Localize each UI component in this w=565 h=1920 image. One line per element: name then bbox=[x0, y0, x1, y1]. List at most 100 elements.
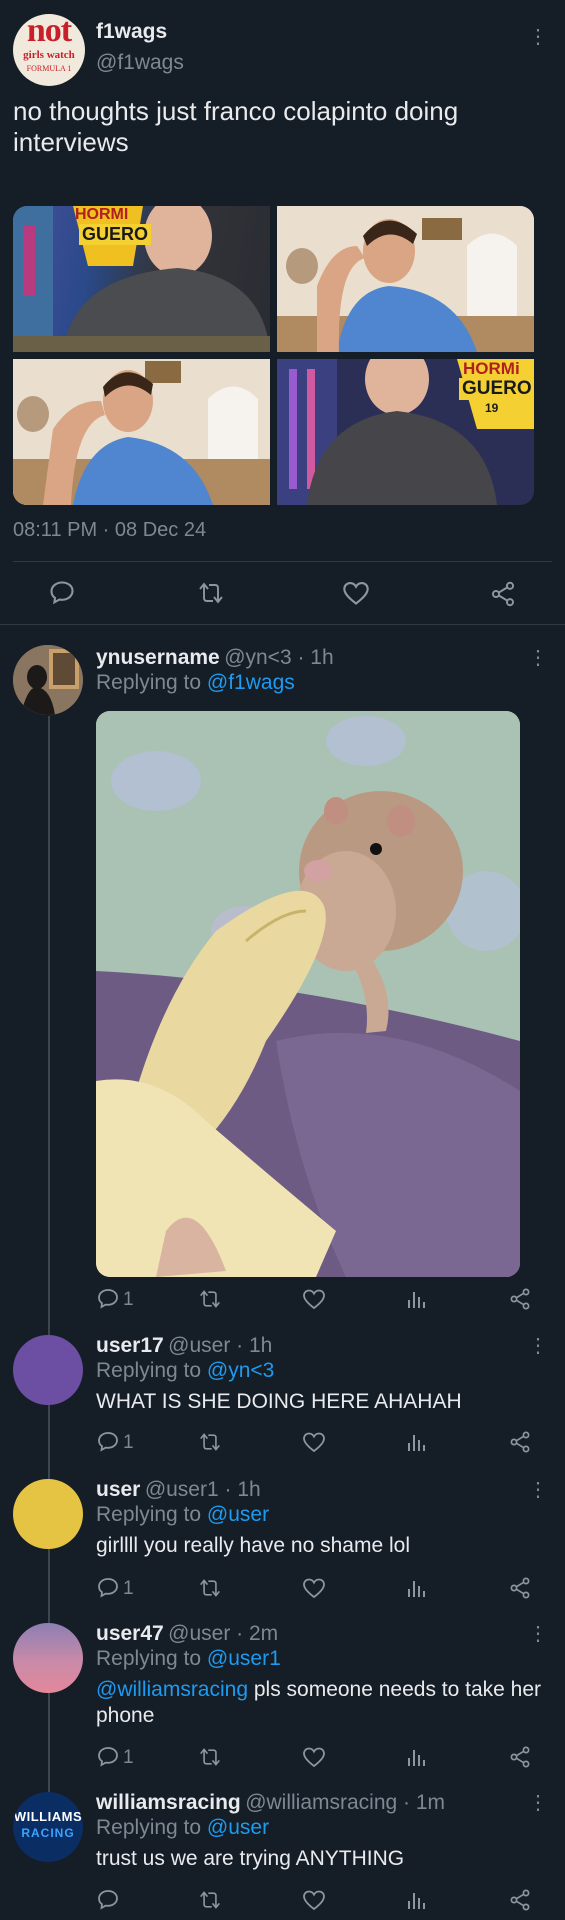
reply-count: 1 bbox=[123, 1747, 134, 1768]
avatar[interactable] bbox=[13, 645, 83, 715]
avatar[interactable]: not girls watch FORMULA 1 bbox=[13, 14, 85, 86]
replying-to: Replying to @yn<3 bbox=[96, 1359, 274, 1383]
share-icon[interactable] bbox=[489, 580, 517, 608]
reply-icon[interactable] bbox=[96, 1287, 120, 1311]
share-icon[interactable] bbox=[508, 1576, 532, 1600]
reply-meta: @user1 · 1h bbox=[144, 1478, 261, 1501]
like-icon[interactable] bbox=[302, 1889, 326, 1911]
views-icon[interactable] bbox=[406, 1431, 426, 1453]
avatar-logo-line-1: WILLIAMS bbox=[13, 1809, 83, 1824]
media-photo-4[interactable]: HORMi GUERO 19 bbox=[277, 343, 534, 505]
like-icon[interactable] bbox=[342, 580, 370, 606]
avatar[interactable] bbox=[13, 1623, 83, 1693]
tweet-text-line-1: no thoughts just franco colapinto doing bbox=[13, 96, 459, 126]
display-name[interactable]: williamsracing bbox=[96, 1791, 241, 1814]
like-icon[interactable] bbox=[302, 1746, 326, 1768]
more-options-icon[interactable]: ⋮ bbox=[528, 1793, 548, 1813]
avatar[interactable] bbox=[13, 1479, 83, 1549]
retweet-icon[interactable] bbox=[197, 1288, 223, 1310]
share-icon[interactable] bbox=[508, 1430, 532, 1454]
mention-link[interactable]: @user1 bbox=[207, 1647, 281, 1670]
retweet-icon[interactable] bbox=[197, 1431, 223, 1453]
reply-meta: @user · 2m bbox=[168, 1622, 279, 1645]
reply-text-line-2: phone bbox=[96, 1704, 155, 1727]
media-overlay-text-1b: GUERO bbox=[79, 224, 152, 245]
person-figure-icon bbox=[13, 359, 270, 505]
reply-icon[interactable] bbox=[96, 1745, 120, 1769]
mention-link[interactable]: @yn<3 bbox=[207, 1359, 274, 1382]
reply-header: williamsracing @williamsracing · 1m bbox=[96, 1791, 445, 1815]
retweet-icon[interactable] bbox=[197, 1746, 223, 1768]
more-options-icon[interactable]: ⋮ bbox=[528, 1480, 548, 1500]
mention-link[interactable]: @f1wags bbox=[207, 671, 295, 694]
share-icon[interactable] bbox=[508, 1888, 532, 1912]
reply-header: user17 @user · 1h bbox=[96, 1334, 272, 1358]
reply-text: @williamsracing pls someone needs to tak… bbox=[96, 1677, 546, 1729]
views-icon[interactable] bbox=[406, 1288, 426, 1310]
replying-to-label: Replying to bbox=[96, 1647, 207, 1670]
retweet-icon[interactable] bbox=[197, 1577, 223, 1599]
share-icon[interactable] bbox=[508, 1745, 532, 1769]
views-icon[interactable] bbox=[406, 1577, 426, 1599]
replying-to-label: Replying to bbox=[96, 1359, 207, 1382]
more-options-icon[interactable]: ⋮ bbox=[528, 648, 548, 668]
more-options-icon[interactable]: ⋮ bbox=[528, 1624, 548, 1644]
mention-link[interactable]: @user bbox=[207, 1816, 269, 1839]
person-figure-icon bbox=[277, 206, 534, 352]
reply-count: 1 bbox=[123, 1432, 134, 1453]
display-name[interactable]: user47 bbox=[96, 1622, 164, 1645]
replying-to: Replying to @user bbox=[96, 1503, 269, 1527]
replying-to: Replying to @user bbox=[96, 1816, 269, 1840]
mention-link[interactable]: @user bbox=[207, 1503, 269, 1526]
views-icon[interactable] bbox=[406, 1889, 426, 1911]
retweet-icon[interactable] bbox=[196, 580, 226, 606]
tweet-timestamp: 08:11 PM · 08 Dec 24 bbox=[13, 519, 207, 541]
views-icon[interactable] bbox=[406, 1746, 426, 1768]
display-name[interactable]: user bbox=[96, 1478, 140, 1501]
tweet-text-line-2: interviews bbox=[13, 127, 129, 157]
replying-to-label: Replying to bbox=[96, 1503, 207, 1526]
display-name[interactable]: ynusername bbox=[96, 646, 220, 669]
reply-icon[interactable] bbox=[96, 1888, 120, 1912]
reply-meta: @user · 1h bbox=[168, 1334, 273, 1357]
media-overlay-text-4b: GUERO bbox=[459, 378, 534, 400]
mention-link[interactable]: @williamsracing bbox=[96, 1678, 248, 1701]
reply-icon[interactable] bbox=[96, 1430, 120, 1454]
avatar-logo-line-2: RACING bbox=[21, 1826, 75, 1840]
avatar[interactable] bbox=[13, 1335, 83, 1405]
reply-meta: @yn<3 · 1h bbox=[224, 646, 334, 669]
display-name[interactable]: user17 bbox=[96, 1334, 164, 1357]
retweet-icon[interactable] bbox=[197, 1889, 223, 1911]
avatar-logo-sub2: FORMULA 1 bbox=[26, 64, 72, 73]
media-grid: HORMI GUERO HORMi GUERO 19 bbox=[13, 206, 534, 505]
media-photo-2[interactable] bbox=[277, 206, 534, 352]
replying-to: Replying to @user1 bbox=[96, 1647, 281, 1671]
like-icon[interactable] bbox=[302, 1288, 326, 1310]
reply-media-photo[interactable] bbox=[96, 711, 520, 1277]
display-name[interactable]: f1wags bbox=[96, 20, 167, 44]
more-options-icon[interactable]: ⋮ bbox=[528, 1336, 548, 1356]
media-photo-3[interactable] bbox=[13, 359, 270, 505]
reply-icon[interactable] bbox=[96, 1576, 120, 1600]
media-overlay-text-4c: 19 bbox=[485, 401, 499, 415]
tweet-text: no thoughts just franco colapinto doing … bbox=[13, 96, 458, 158]
avatar-logo-sub1: girls watch bbox=[23, 49, 75, 61]
media-photo-1[interactable]: HORMI GUERO bbox=[13, 206, 270, 352]
media-overlay-text-4a: HORMi bbox=[463, 359, 520, 378]
share-icon[interactable] bbox=[508, 1287, 532, 1311]
reply-count: 1 bbox=[123, 1289, 134, 1310]
media-overlay-text-1a: HORMI bbox=[75, 206, 129, 223]
user-handle[interactable]: @f1wags bbox=[96, 51, 184, 75]
like-icon[interactable] bbox=[302, 1577, 326, 1599]
divider bbox=[0, 624, 565, 625]
reply-text: girllll you really have no shame lol bbox=[96, 1534, 410, 1557]
reply-count: 1 bbox=[123, 1578, 134, 1599]
reply-header: ynusername @yn<3 · 1h bbox=[96, 646, 334, 670]
reply-header: user47 @user · 2m bbox=[96, 1622, 278, 1646]
avatar[interactable]: WILLIAMS RACING bbox=[13, 1792, 83, 1862]
more-options-icon[interactable]: ⋮ bbox=[528, 27, 548, 47]
reply-meta: @williamsracing · 1m bbox=[245, 1791, 446, 1814]
divider bbox=[13, 561, 552, 562]
reply-icon[interactable] bbox=[48, 579, 76, 607]
like-icon[interactable] bbox=[302, 1431, 326, 1453]
